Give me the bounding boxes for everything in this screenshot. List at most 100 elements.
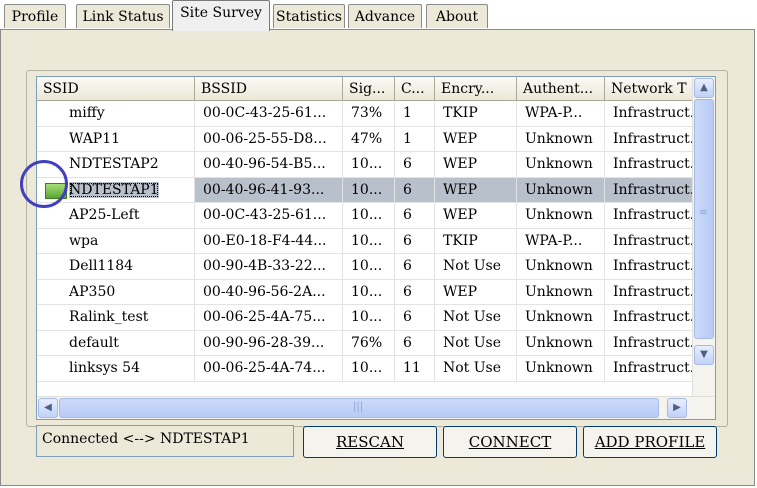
table-row[interactable]: WAP11 00-06-25-55-D8... 47% 1 WEP Unknown Infr… <box>37 126 693 152</box>
cell-encryption: WEP <box>435 203 517 229</box>
cell-network: Infrastruct. <box>605 330 693 356</box>
table-row[interactable]: wpa 00-E0-18-F4-44... 10... 6 TKIP WPA-P... In… <box>37 228 693 254</box>
cell-signal: 10... <box>343 152 395 178</box>
ssid-label: AP350 <box>69 283 116 300</box>
vertical-scrollbar[interactable]: ▲ ≡ ▼ <box>692 77 715 397</box>
cell-channel: 6 <box>395 177 435 203</box>
tab-link-status[interactable]: Link Status <box>76 4 170 28</box>
horizontal-scrollbar[interactable]: ◀ ||| ▶ <box>37 396 715 419</box>
highlight-circle <box>20 160 68 208</box>
cell-bssid: 00-0C-43-25-61... <box>195 203 343 229</box>
cell-network: Infrastruct. <box>605 126 693 152</box>
cell-bssid: 00-06-25-4A-75... <box>195 305 343 331</box>
table-row[interactable]: NDTESTAP1 00-40-96-41-93... 10... 6 WEP Unkno… <box>37 177 693 203</box>
site-survey-list[interactable]: SSID BSSID Sig... C... Encry... Authent.… <box>36 76 716 420</box>
tab-site-survey[interactable]: Site Survey <box>172 0 270 31</box>
cell-ssid: AP350 <box>37 279 195 305</box>
cell-signal: 47% <box>343 126 395 152</box>
add-profile-button[interactable]: ADD PROFILE <box>583 426 717 458</box>
scroll-left-arrow-icon[interactable]: ◀ <box>38 398 58 418</box>
table-row[interactable]: linksys 54 00-06-25-4A-74... 10... 11 Not Us… <box>37 356 693 382</box>
cell-channel: 1 <box>395 101 435 127</box>
ssid-label: Ralink_test <box>69 309 149 325</box>
ssid-label: Dell1184 <box>69 258 134 274</box>
ssid-label: wpa <box>69 232 99 249</box>
cell-auth: WPA-P... <box>517 101 605 127</box>
cell-auth: Unknown <box>517 152 605 178</box>
cell-signal: 10... <box>343 203 395 229</box>
cell-channel: 6 <box>395 152 435 178</box>
table-row[interactable]: Dell1184 00-90-4B-33-22... 10... 6 Not Use Un… <box>37 254 693 280</box>
ssid-label: AP25-Left <box>69 207 140 223</box>
list-header: SSID BSSID Sig... C... Encry... Authent.… <box>37 77 693 101</box>
cell-encryption: Not Use <box>435 356 517 382</box>
cell-network: Infrastruct. <box>605 356 693 382</box>
table-row[interactable]: default 00-90-96-28-39... 76% 6 Not Use Unkno… <box>37 330 693 356</box>
ssid-label: linksys 54 <box>69 360 140 376</box>
ssid-label: default <box>69 334 119 351</box>
cell-encryption: Not Use <box>435 254 517 280</box>
scroll-up-arrow-icon[interactable]: ▲ <box>694 78 714 98</box>
cell-bssid: 00-40-96-56-2A... <box>195 279 343 305</box>
tab-bar: Profile Link Status Site Survey Statisti… <box>0 0 757 31</box>
table-row[interactable]: Ralink_test 00-06-25-4A-75... 10... 6 Not Us… <box>37 305 693 331</box>
ssid-label: NDTESTAP2 <box>69 156 159 172</box>
column-header-signal[interactable]: Sig... <box>343 77 395 101</box>
cell-bssid: 00-06-25-55-D8... <box>195 126 343 152</box>
connection-status: Connected <--> NDTESTAP1 <box>36 425 294 457</box>
cell-ssid: Ralink_test <box>37 305 195 331</box>
cell-network: Infrastruct. <box>605 152 693 178</box>
cell-network: Infrastruct. <box>605 228 693 254</box>
vertical-scroll-thumb[interactable] <box>694 99 714 339</box>
cell-encryption: TKIP <box>435 228 517 254</box>
tab-advance[interactable]: Advance <box>348 4 422 28</box>
cell-auth: WPA-P... <box>517 228 605 254</box>
ssid-label: NDTESTAP1 <box>69 181 159 198</box>
connect-button[interactable]: CONNECT <box>443 426 577 458</box>
cell-encryption: TKIP <box>435 101 517 127</box>
cell-ssid: wpa <box>37 228 195 254</box>
table-row[interactable]: AP350 00-40-96-56-2A... 10... 6 WEP Unknown In… <box>37 279 693 305</box>
column-header-network-type[interactable]: Network T <box>605 77 693 101</box>
cell-bssid: 00-90-4B-33-22... <box>195 254 343 280</box>
rescan-button[interactable]: RESCAN <box>303 426 437 458</box>
tab-profile[interactable]: Profile <box>4 4 66 28</box>
cell-auth: Unknown <box>517 279 605 305</box>
scroll-grip-icon: ≡ <box>699 207 708 218</box>
cell-signal: 10... <box>343 254 395 280</box>
table-row[interactable]: AP25-Left 00-0C-43-25-61... 10... 6 WEP Unkno… <box>37 203 693 229</box>
tab-about[interactable]: About <box>426 4 488 28</box>
cell-signal: 10... <box>343 305 395 331</box>
cell-bssid: 00-90-96-28-39... <box>195 330 343 356</box>
cell-channel: 6 <box>395 254 435 280</box>
cell-bssid: 00-E0-18-F4-44... <box>195 228 343 254</box>
column-header-bssid[interactable]: BSSID <box>195 77 343 101</box>
table-row[interactable]: NDTESTAP2 00-40-96-54-B5... 10... 6 WEP Unkno… <box>37 152 693 178</box>
ssid-label: WAP11 <box>69 130 121 147</box>
column-header-encryption[interactable]: Encry... <box>435 77 517 101</box>
column-header-ssid[interactable]: SSID <box>37 77 195 101</box>
cell-signal: 76% <box>343 330 395 356</box>
cell-network: Infrastruct. <box>605 101 693 127</box>
cell-channel: 6 <box>395 228 435 254</box>
cell-auth: Unknown <box>517 356 605 382</box>
cell-encryption: Not Use <box>435 330 517 356</box>
cell-bssid: 00-06-25-4A-74... <box>195 356 343 382</box>
cell-signal: 73% <box>343 101 395 127</box>
cell-encryption: WEP <box>435 279 517 305</box>
cell-auth: Unknown <box>517 330 605 356</box>
scroll-right-arrow-icon[interactable]: ▶ <box>667 398 687 418</box>
cell-channel: 6 <box>395 203 435 229</box>
cell-bssid: 00-40-96-41-93... <box>195 177 343 203</box>
cell-channel: 1 <box>395 126 435 152</box>
ssid-label: miffy <box>69 105 105 121</box>
cell-ssid: default <box>37 330 195 356</box>
cell-ssid: AP25-Left <box>37 203 195 229</box>
table-row[interactable]: miffy 00-0C-43-25-61... 73% 1 TKIP WPA-P... In… <box>37 101 693 127</box>
column-header-channel[interactable]: C... <box>395 77 435 101</box>
column-header-authentication[interactable]: Authent... <box>517 77 605 101</box>
scroll-down-arrow-icon[interactable]: ▼ <box>694 345 714 365</box>
cell-channel: 6 <box>395 330 435 356</box>
cell-signal: 10... <box>343 177 395 203</box>
tab-statistics[interactable]: Statistics <box>273 4 345 28</box>
